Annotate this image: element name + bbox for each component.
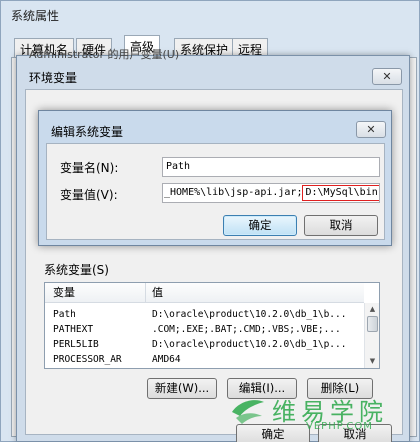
cancel-button[interactable]: 取消 — [304, 215, 378, 236]
vertical-scrollbar[interactable]: ▲ ▼ — [364, 303, 379, 368]
close-button[interactable]: ✕ — [356, 121, 386, 138]
variable-value-field[interactable]: _HOME%\lib\jsp-api.jar; D:\MySql\bin — [162, 183, 380, 203]
ok-button[interactable]: 确定 — [223, 215, 297, 236]
system-variables-label: 系统变量(S) — [44, 263, 109, 277]
window-title: 系统属性 — [11, 9, 60, 23]
dialog-title: 环境变量 — [29, 71, 78, 85]
variable-name-label: 变量名(N): — [60, 161, 119, 175]
watermark-url: VEPHP.COM — [306, 421, 373, 432]
variable-value-text: _HOME%\lib\jsp-api.jar; — [164, 187, 303, 198]
dialog-title: 编辑系统变量 — [51, 125, 124, 139]
new-variable-button[interactable]: 新建(W)... — [147, 378, 217, 399]
list-item[interactable]: Path D:\oracle\product\10.2.0\db_1\b... — [45, 307, 365, 322]
scroll-up-icon[interactable]: ▲ — [367, 305, 378, 314]
close-button[interactable]: ✕ — [372, 68, 402, 85]
list-item[interactable]: PROCESSOR_AR AMD64 — [45, 352, 365, 367]
list-item[interactable]: PATHEXT .COM;.EXE;.BAT;.CMD;.VBS;.VBE;..… — [45, 322, 365, 337]
dialog-body: 变量名(N): Path 变量值(V): _HOME%\lib\jsp-api.… — [46, 143, 385, 240]
leaf-logo-icon — [232, 400, 264, 424]
variable-name: PERL5LIB — [53, 339, 99, 350]
variable-name-field[interactable]: Path — [162, 157, 380, 177]
variable-value-label: 变量值(V): — [60, 188, 118, 202]
variable-name: Path — [53, 309, 76, 320]
variable-value: AMD64 — [152, 354, 181, 365]
column-header-name[interactable]: 变量 — [45, 283, 146, 303]
watermark: 维易学院 VEPHP.COM — [230, 392, 420, 438]
variable-value: .COM;.EXE;.BAT;.CMD;.VBS;.VBE;... — [152, 324, 341, 335]
scroll-thumb[interactable] — [367, 316, 378, 332]
variable-value: D:\oracle\product\10.2.0\db_1\p... — [152, 339, 347, 350]
variable-name: PATHEXT — [53, 324, 94, 335]
user-variables-label: Administrator 的用户变量(U) — [29, 48, 180, 61]
list-item[interactable]: PERL5LIB D:\oracle\product\10.2.0\db_1\p… — [45, 337, 365, 352]
scroll-down-icon[interactable]: ▼ — [367, 357, 378, 366]
variable-name: PROCESSOR_AR — [53, 354, 122, 365]
variable-value: D:\oracle\product\10.2.0\db_1\b... — [152, 309, 347, 320]
edit-system-variable-dialog: 编辑系统变量 ✕ 变量名(N): Path 变量值(V): _HOME%\lib… — [38, 110, 392, 246]
highlighted-value-text: D:\MySql\bin — [302, 185, 379, 201]
system-variables-list[interactable]: 变量 值 Path D:\oracle\product\10.2.0\db_1\… — [44, 282, 380, 369]
column-header-value[interactable]: 值 — [146, 283, 364, 303]
